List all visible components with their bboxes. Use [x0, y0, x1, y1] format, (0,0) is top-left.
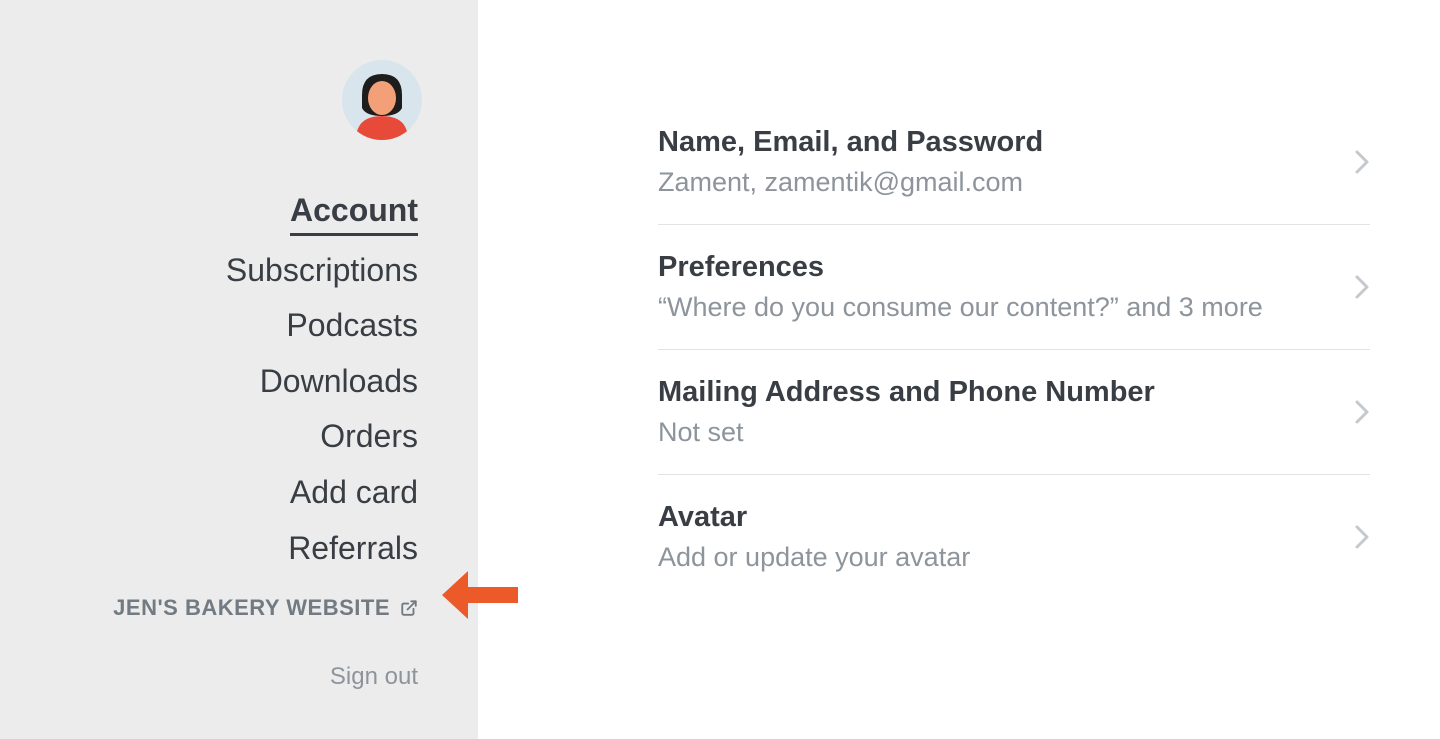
settings-item-title: Mailing Address and Phone Number: [658, 376, 1155, 409]
avatar[interactable]: [342, 60, 422, 140]
chevron-right-icon: [1354, 149, 1370, 175]
sidebar-item-podcasts[interactable]: Podcasts: [286, 305, 418, 347]
sidebar-nav: Account Subscriptions Podcasts Downloads…: [113, 190, 418, 621]
settings-item-mailing-address[interactable]: Mailing Address and Phone Number Not set: [658, 350, 1370, 475]
external-link-icon: [400, 599, 418, 617]
settings-item-text: Preferences “Where do you consume our co…: [658, 251, 1263, 323]
sidebar-item-referrals[interactable]: Referrals: [288, 528, 418, 570]
settings-item-subtitle: Zament, zamentik@gmail.com: [658, 167, 1043, 198]
settings-item-text: Name, Email, and Password Zament, zament…: [658, 126, 1043, 198]
settings-item-subtitle: “Where do you consume our content?” and …: [658, 292, 1263, 323]
settings-item-title: Avatar: [658, 501, 970, 534]
sidebar-item-add-card[interactable]: Add card: [290, 472, 418, 514]
settings-item-avatar[interactable]: Avatar Add or update your avatar: [658, 475, 1370, 599]
settings-item-preferences[interactable]: Preferences “Where do you consume our co…: [658, 225, 1370, 350]
callout-arrow-icon: [440, 565, 520, 625]
sidebar-item-orders[interactable]: Orders: [320, 416, 418, 458]
main-content: Name, Email, and Password Zament, zament…: [478, 0, 1440, 739]
sidebar-item-downloads[interactable]: Downloads: [260, 361, 418, 403]
external-link-label: JEN'S BAKERY WEBSITE: [113, 595, 390, 621]
avatar-illustration-icon: [342, 60, 422, 140]
settings-item-title: Name, Email, and Password: [658, 126, 1043, 159]
settings-item-text: Avatar Add or update your avatar: [658, 501, 970, 573]
chevron-right-icon: [1354, 274, 1370, 300]
settings-item-title: Preferences: [658, 251, 1263, 284]
chevron-right-icon: [1354, 399, 1370, 425]
sidebar: Account Subscriptions Podcasts Downloads…: [0, 0, 478, 739]
chevron-right-icon: [1354, 524, 1370, 550]
sign-out-link[interactable]: Sign out: [330, 663, 418, 691]
settings-item-subtitle: Add or update your avatar: [658, 542, 970, 573]
settings-item-text: Mailing Address and Phone Number Not set: [658, 376, 1155, 448]
sidebar-item-account[interactable]: Account: [290, 190, 418, 236]
settings-list: Name, Email, and Password Zament, zament…: [658, 100, 1370, 599]
settings-item-subtitle: Not set: [658, 417, 1155, 448]
sidebar-item-subscriptions[interactable]: Subscriptions: [226, 250, 418, 292]
settings-item-name-email-password[interactable]: Name, Email, and Password Zament, zament…: [658, 100, 1370, 225]
sidebar-external-link[interactable]: JEN'S BAKERY WEBSITE: [113, 595, 418, 621]
